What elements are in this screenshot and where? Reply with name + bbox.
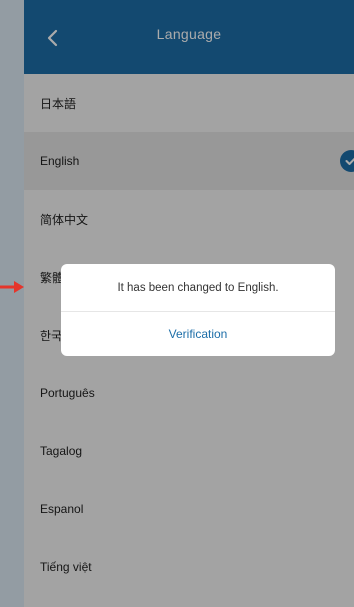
app-stage: Language 日本語 English 简体中文 繁體中文 한국어 <box>0 0 354 607</box>
pointer-arrow-icon <box>0 281 24 293</box>
confirmation-dialog: It has been changed to English. Verifica… <box>61 264 335 356</box>
dialog-message: It has been changed to English. <box>61 264 335 312</box>
verification-button[interactable]: Verification <box>61 312 335 356</box>
